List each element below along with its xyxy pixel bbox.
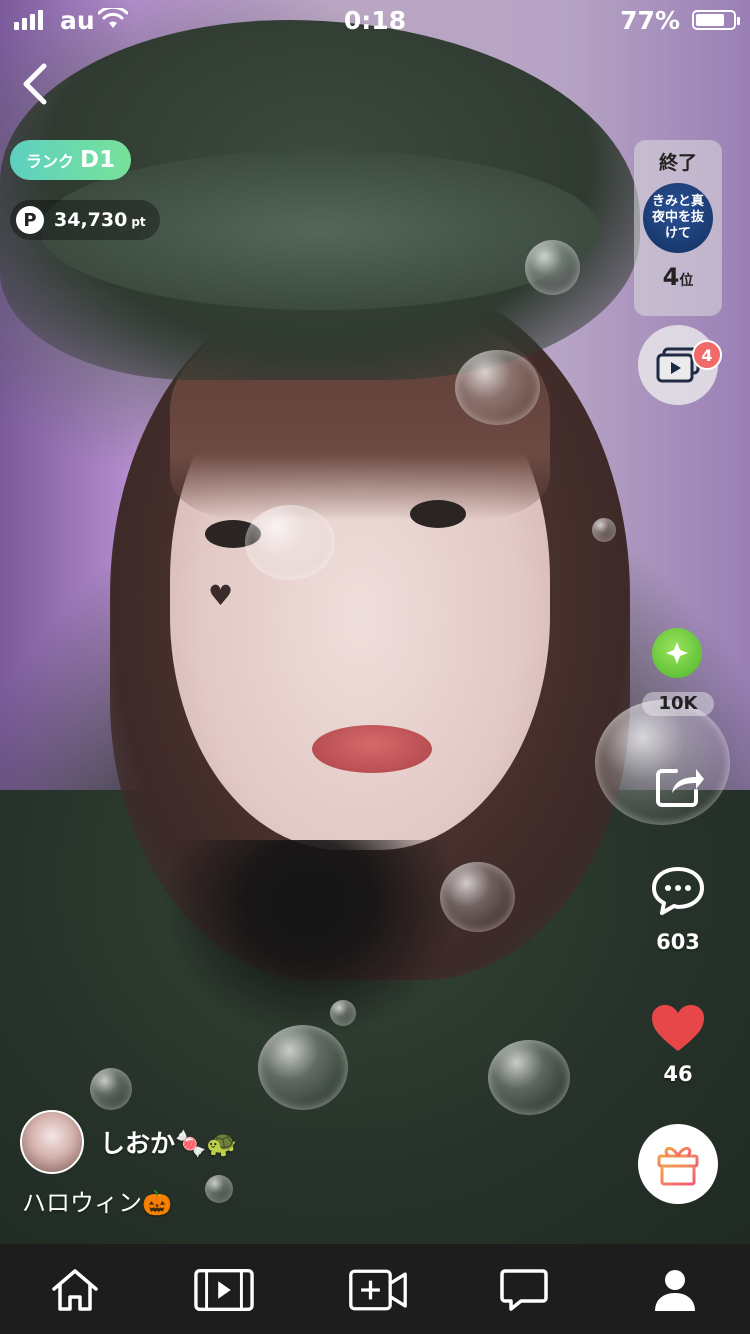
- rank-badge[interactable]: ランク D1: [10, 140, 132, 180]
- gem-count: 10K: [642, 692, 714, 716]
- tab-home[interactable]: [45, 1266, 105, 1314]
- videos-count-badge: 4: [692, 340, 722, 370]
- event-status: 終了: [658, 152, 697, 174]
- battery-percent: 77%: [620, 6, 680, 35]
- battery-icon: [692, 10, 740, 30]
- gem-icon: [666, 642, 688, 664]
- gift-icon: [657, 1147, 699, 1186]
- event-badge: きみと真夜中を抜けて: [643, 183, 713, 253]
- gem-button[interactable]: [652, 628, 702, 678]
- event-ranking-card[interactable]: 終了 きみと真夜中を抜けて 4位: [634, 140, 722, 316]
- heart-bubble: [440, 862, 515, 932]
- bubble: [592, 518, 616, 542]
- cheek-heart-icon: ♥: [208, 579, 234, 612]
- streamer-name[interactable]: しおか🍬🐢: [100, 1124, 237, 1160]
- back-button[interactable]: [14, 60, 60, 108]
- heart-bubble: [525, 240, 580, 295]
- status-bar: au 0:18 77%: [0, 0, 750, 40]
- film-icon: [194, 1268, 254, 1312]
- points-icon: P: [16, 206, 44, 234]
- add-video-icon: [349, 1269, 407, 1311]
- rank-value: D1: [80, 147, 116, 173]
- tab-profile[interactable]: [645, 1266, 705, 1314]
- rank-label: ランク: [26, 152, 75, 171]
- bottom-tab-bar: [0, 1244, 750, 1334]
- like-count: 46: [663, 1062, 693, 1086]
- heart-bubble: [245, 505, 335, 580]
- points-value: 34,730: [54, 209, 128, 231]
- heart-bubble: [488, 1040, 570, 1115]
- event-position: 4位: [634, 263, 722, 291]
- share-button[interactable]: [654, 763, 706, 809]
- event-position-number: 4: [662, 263, 680, 291]
- stream-caption: ハロウィン🎃: [22, 1189, 172, 1217]
- avatar[interactable]: [20, 1110, 84, 1174]
- tab-go-live[interactable]: [348, 1266, 408, 1314]
- heart-bubble: [258, 1025, 348, 1110]
- bubble: [330, 1000, 356, 1026]
- tab-videos[interactable]: [194, 1266, 254, 1314]
- home-icon: [52, 1269, 98, 1311]
- gift-button[interactable]: [638, 1124, 718, 1204]
- points-unit: pt: [131, 215, 146, 229]
- bubble: [90, 1068, 132, 1110]
- chat-icon: [500, 1269, 548, 1311]
- battery-fill: [696, 14, 724, 26]
- like-button[interactable]: [650, 1003, 706, 1053]
- profile-icon: [655, 1270, 695, 1311]
- event-position-suffix: 位: [679, 273, 694, 289]
- right-eye: [410, 500, 466, 528]
- points-badge[interactable]: P 34,730 pt: [10, 200, 160, 240]
- streamer-info[interactable]: しおか🍬🐢: [20, 1110, 237, 1174]
- comment-count: 603: [656, 930, 700, 954]
- heart-bubble: [455, 350, 540, 425]
- comment-button[interactable]: [650, 865, 706, 917]
- tab-messages[interactable]: [494, 1266, 554, 1314]
- bubble: [205, 1175, 233, 1203]
- stream-lips: [312, 725, 432, 773]
- stream-bow: [160, 840, 460, 1040]
- event-badge-text: きみと真夜中を抜けて: [651, 194, 704, 241]
